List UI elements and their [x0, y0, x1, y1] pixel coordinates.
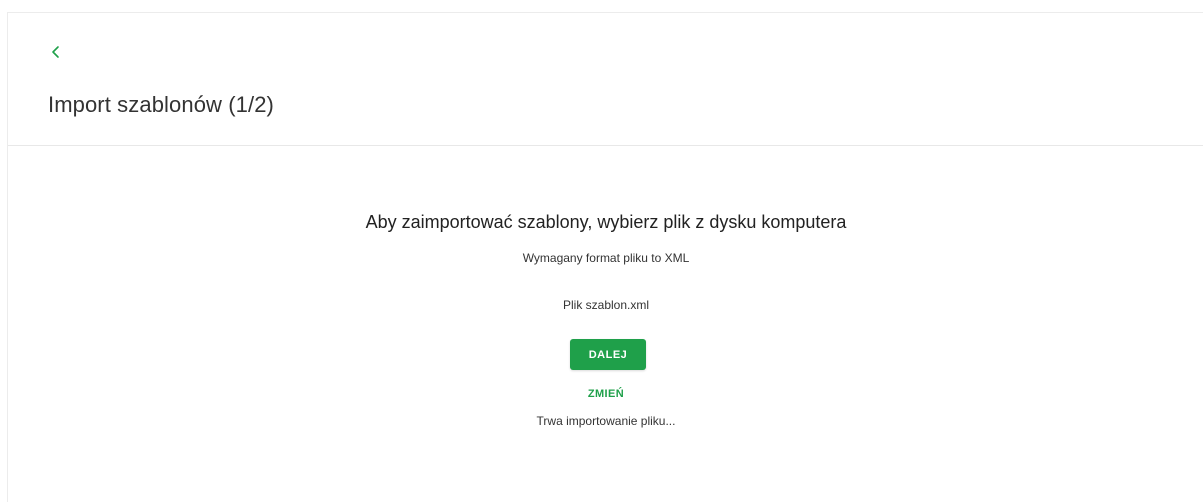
import-card: Import szablonów (1/2) Aby zaimportować …: [7, 12, 1203, 502]
page-header: Import szablonów (1/2): [8, 13, 1203, 146]
back-button[interactable]: [46, 41, 66, 63]
page-title: Import szablonów (1/2): [48, 92, 274, 117]
chevron-left-icon: [52, 46, 59, 58]
change-file-link[interactable]: ZMIEŃ: [8, 388, 1203, 400]
format-note: Wymagany format pliku to XML: [522, 251, 690, 265]
selected-file-name: Plik szablon.xml: [562, 298, 650, 312]
instruction-heading: Aby zaimportować szablony, wybierz plik …: [365, 212, 847, 232]
next-button[interactable]: DALEJ: [570, 339, 646, 370]
import-status-text: Trwa importowanie pliku...: [536, 414, 676, 428]
